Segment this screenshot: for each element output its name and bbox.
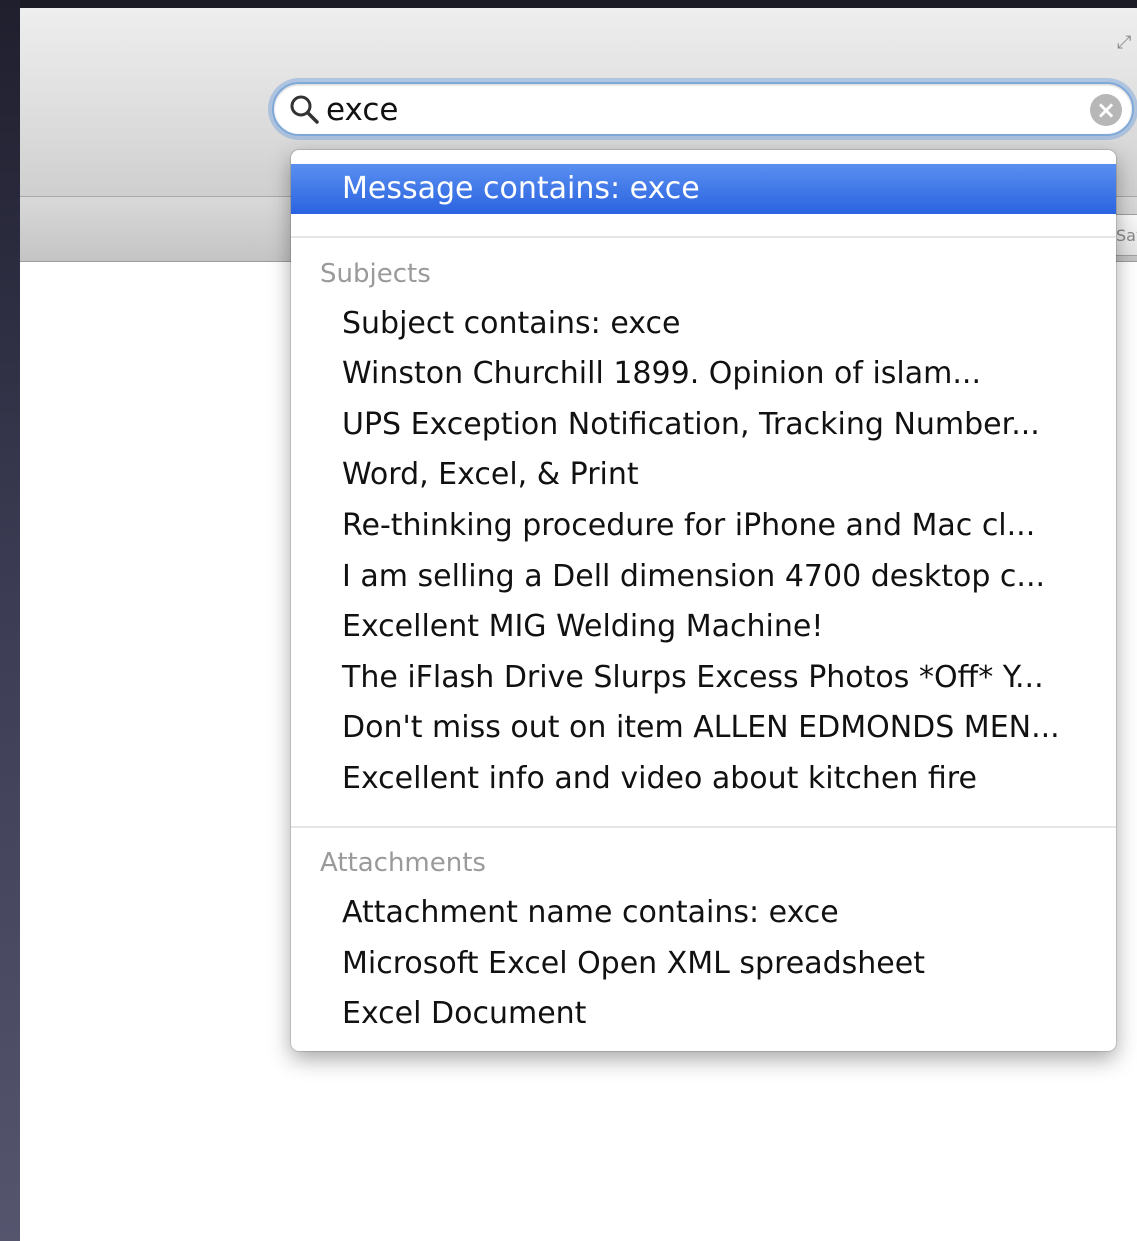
menu-item[interactable]: Winston Churchill 1899. Opinion of islam…	[342, 354, 981, 394]
menu-item[interactable]: UPS Exception Notification, Tracking Num…	[342, 405, 1040, 445]
menu-divider	[291, 826, 1116, 828]
menu-item[interactable]: Excellent info and video about kitchen f…	[342, 759, 977, 799]
menu-item[interactable]: Attachment name contains: exce	[342, 893, 839, 933]
menu-item[interactable]: Don't miss out on item ALLEN EDMONDS MEN…	[342, 708, 1060, 748]
search-suggestions-menu: Message contains: exce Subjects Subject …	[291, 150, 1116, 1051]
search-icon	[290, 95, 319, 124]
desktop-backdrop-left	[0, 0, 20, 1241]
menu-item[interactable]: Excel Document	[342, 994, 586, 1034]
menu-item[interactable]: Microsoft Excel Open XML spreadsheet	[342, 944, 925, 984]
menu-item[interactable]: Subject contains: exce	[342, 304, 680, 344]
menu-item[interactable]: I am selling a Dell dimension 4700 deskt…	[342, 557, 1045, 597]
menu-item[interactable]: Excellent MIG Welding Machine!	[342, 607, 823, 647]
search-field[interactable]: exce ×	[272, 82, 1134, 136]
suggestion-label: Message contains: exce	[342, 171, 700, 206]
desktop-backdrop-top	[0, 0, 1137, 8]
suggestion-message-contains[interactable]: Message contains: exce	[291, 164, 1116, 214]
menu-item[interactable]: The iFlash Drive Slurps Excess Photos *O…	[342, 658, 1044, 698]
fullscreen-icon[interactable]: ⤢	[1117, 34, 1135, 52]
clear-search-icon[interactable]: ×	[1090, 94, 1122, 126]
section-heading-subjects: Subjects	[320, 259, 431, 289]
search-input[interactable]: exce	[326, 93, 398, 127]
section-heading-attachments: Attachments	[320, 848, 486, 878]
menu-item[interactable]: Re-thinking procedure for iPhone and Mac…	[342, 506, 1035, 546]
menu-item[interactable]: Word, Excel, & Print	[342, 455, 639, 495]
menu-divider	[291, 236, 1116, 238]
